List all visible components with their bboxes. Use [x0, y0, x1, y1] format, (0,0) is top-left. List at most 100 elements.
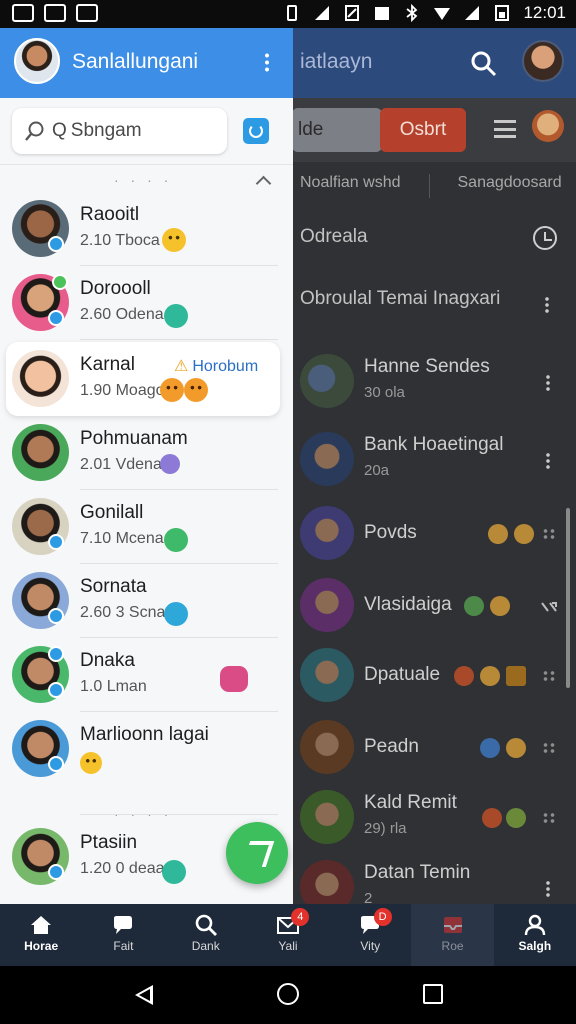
nav-activity[interactable]: D Vity: [329, 904, 411, 966]
background-action-button[interactable]: Osbrt: [380, 108, 466, 152]
person-icon: [524, 914, 546, 936]
back-icon[interactable]: [135, 985, 153, 1005]
more-icon[interactable]: [545, 296, 549, 314]
bottom-navigation: Horae Fait Dank 4 Yali D Vity Roe Salgh: [0, 904, 576, 966]
scrollbar[interactable]: [566, 508, 570, 688]
divider: [80, 339, 278, 340]
drag-handle-icon[interactable]: [542, 670, 556, 682]
search-icon: [25, 121, 44, 141]
background-row[interactable]: Datan Temin 2: [300, 854, 576, 904]
nav-profile[interactable]: Salgh: [494, 904, 576, 966]
emoji-icon: [506, 666, 526, 686]
notification-icons: [12, 4, 98, 22]
row-name: Dpatuale: [364, 664, 441, 685]
compose-fab-button[interactable]: [226, 822, 288, 884]
contact-item[interactable]: Doroooll 2.60 Odena: [0, 266, 293, 340]
refresh-button[interactable]: [243, 118, 269, 144]
background-field[interactable]: lde: [292, 108, 382, 152]
emoji-icon: [482, 808, 502, 828]
background-row[interactable]: Dpatuale: [300, 642, 576, 714]
contact-item[interactable]: Dnaka 1.0 Lman: [0, 638, 293, 712]
avatar: [300, 790, 354, 844]
contact-item[interactable]: Sornata 2.60 3 Scna: [0, 564, 293, 638]
notification-count-badge: 4: [291, 908, 310, 926]
background-row[interactable]: Bank Hoaetingal 20a: [300, 426, 576, 498]
system-icons: 12:01: [283, 3, 566, 23]
background-row[interactable]: Hanne Sendes 30 ola: [300, 348, 576, 420]
background-row[interactable]: Kald Remit 29) rla: [300, 784, 576, 856]
more-icon[interactable]: [546, 880, 550, 898]
music-icon: [164, 304, 188, 328]
profile-avatar[interactable]: [522, 40, 564, 82]
status-badge: [48, 864, 64, 880]
emoji-icon: [490, 596, 510, 616]
inbox-icon: [443, 917, 462, 933]
status-badge: [48, 608, 64, 624]
music-icon: [162, 860, 186, 884]
nav-label: Salgh: [518, 939, 552, 953]
avatar: [300, 432, 354, 486]
drag-handle-icon[interactable]: [542, 812, 556, 824]
drag-handle-icon[interactable]: [542, 528, 556, 540]
background-section-2: Obroulal Temai Inagxari: [300, 288, 501, 309]
status-badge: [48, 646, 64, 662]
contact-item[interactable]: Gonilall 7.10 Mcena: [0, 490, 293, 564]
navigation-drawer: Sanlallungani Q Sbngam · · · · Raooitl 2.…: [0, 28, 293, 904]
status-time: 12:01: [523, 3, 566, 22]
contact-item[interactable]: Pohmuanam 2.01 Vdena: [0, 416, 293, 490]
background-section-1: Odreala: [300, 226, 368, 247]
row-name: Vlasidaiga: [364, 594, 452, 615]
handle-dots: · · · ·: [114, 172, 173, 188]
emoji-icon[interactable]: [532, 110, 564, 142]
status-badge: [48, 534, 64, 550]
user-avatar[interactable]: [14, 38, 60, 84]
emoji-icon: [480, 738, 500, 758]
contact-item[interactable]: Raooitl 2.10 Tboca: [0, 192, 293, 266]
contact-item[interactable]: Marlioonn lagai: [0, 712, 293, 786]
list-icon[interactable]: [494, 120, 516, 138]
more-icon[interactable]: [546, 452, 550, 470]
search-placeholder-text: Sbngam: [70, 120, 142, 141]
kebab-menu-icon[interactable]: [265, 52, 269, 72]
row-name: Povds: [364, 522, 417, 543]
nav-search[interactable]: Dank: [165, 904, 247, 966]
drag-handle-icon[interactable]: [542, 742, 556, 754]
more-icon[interactable]: [546, 374, 550, 392]
background-row[interactable]: Vlasidaiga: [300, 572, 576, 644]
smile-emoji-icon: [184, 378, 208, 402]
nav-inbox[interactable]: Roe: [411, 904, 494, 966]
contact-name: Pohmuanam: [80, 428, 188, 449]
chat-icon: [114, 916, 133, 934]
nav-mail[interactable]: 4 Yali: [247, 904, 329, 966]
contact-name: Gonilall: [80, 502, 144, 523]
shuffle-icon[interactable]: [540, 598, 558, 616]
contact-item-selected[interactable]: Karnal 1.90 Moago ⚠ Horobum: [6, 342, 280, 416]
contact-name: Raooitl: [80, 204, 140, 225]
contact-name: Ptasiin: [80, 832, 138, 853]
camera-icon[interactable]: [220, 666, 248, 692]
tab-2[interactable]: Sanagdoosard: [458, 174, 562, 198]
nav-chat[interactable]: Fait: [82, 904, 164, 966]
row-name: Peadn: [364, 736, 419, 757]
background-tabs: Noalfian wshd Sanagdoosard: [300, 174, 562, 198]
drawer-header: Sanlallungani: [0, 28, 293, 98]
background-row[interactable]: Povds: [300, 500, 576, 572]
search-icon[interactable]: [470, 50, 498, 78]
avatar: [300, 648, 354, 702]
chevron-up-icon[interactable]: [255, 175, 272, 192]
nav-label: Dank: [191, 939, 220, 953]
recents-icon[interactable]: [423, 984, 443, 1004]
background-title: iatlaayn: [300, 50, 373, 73]
row-sub: 29) rla: [364, 820, 407, 837]
row-sub: 30 ola: [364, 384, 405, 401]
smile-emoji-icon: [80, 752, 102, 774]
music-icon: [164, 602, 188, 626]
tab-1[interactable]: Noalfian wshd: [300, 174, 401, 198]
contact-sub: 7.10 Mcena: [80, 530, 164, 547]
home-circle-icon[interactable]: [277, 983, 299, 1005]
search-input[interactable]: Q Sbngam: [12, 108, 227, 154]
contact-name: Karnal: [80, 354, 135, 375]
background-row[interactable]: Peadn: [300, 714, 576, 786]
nav-home[interactable]: Horae: [0, 904, 82, 966]
clock-icon[interactable]: [533, 226, 557, 250]
